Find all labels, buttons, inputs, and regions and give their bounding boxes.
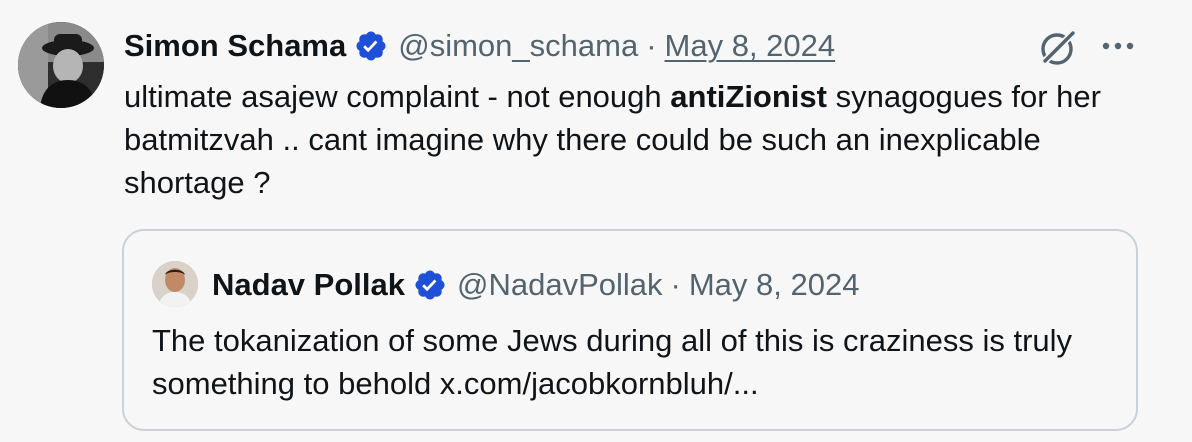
tweet-header: Simon Schama @simon_schama · May 8, 2024: [124, 24, 835, 68]
tweet-date-link[interactable]: May 8, 2024: [665, 24, 836, 68]
quote-header: Nadav Pollak @NadavPollak · May 8, 2024: [212, 263, 859, 307]
quote-author-name[interactable]: Nadav Pollak: [212, 263, 405, 307]
more-options-icon[interactable]: [1098, 32, 1138, 60]
tweet[interactable]: Simon Schama @simon_schama · May 8, 2024…: [0, 0, 1192, 442]
author-handle[interactable]: @simon_schama: [398, 24, 638, 68]
tweet-text-part: ultimate asajew complaint - not enough: [124, 79, 671, 114]
author-avatar[interactable]: [18, 22, 104, 108]
author-name[interactable]: Simon Schama: [124, 24, 346, 68]
separator-dot: ·: [646, 28, 657, 63]
tweet-text: ultimate asajew complaint - not enough a…: [124, 75, 1144, 204]
quote-text: The tokanization of some Jews during all…: [152, 323, 1073, 401]
quote-author-avatar[interactable]: [152, 261, 198, 307]
verified-badge-icon: [413, 268, 447, 302]
grok-icon[interactable]: [1038, 28, 1078, 68]
separator-dot: ·: [670, 267, 681, 302]
quote-date[interactable]: May 8, 2024: [689, 263, 860, 307]
quoted-tweet-card[interactable]: Nadav Pollak @NadavPollak · May 8, 2024 …: [122, 229, 1138, 431]
tweet-text-bold: antiZionist: [670, 79, 827, 114]
verified-badge-icon: [354, 29, 388, 63]
quote-author-handle[interactable]: @NadavPollak: [457, 263, 663, 307]
